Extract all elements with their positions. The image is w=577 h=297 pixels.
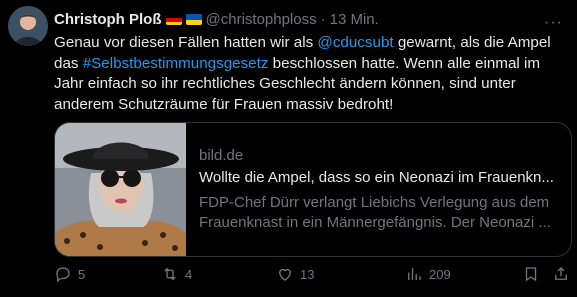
like-icon [279,268,291,281]
share-button[interactable] [552,265,570,283]
views-icon [408,268,421,280]
reply-icon [56,267,70,283]
avatar[interactable] [8,6,48,46]
views-count: 209 [429,266,451,282]
tweet-header: Christoph Ploß @christophploss · 13 Min. [54,8,567,30]
bookmark-icon [525,267,537,282]
card-title: Wollte die Ampel, dass so ein Neonazi im… [199,169,554,186]
flag-ukraine-icon [185,13,202,25]
repost-icon [164,267,176,281]
tweet-text: Genau vor diesen Fällen hatten wir als @… [54,33,569,115]
views-button[interactable]: 209 [405,265,451,283]
repost-count: 4 [185,266,193,282]
flag-germany-icon [165,13,182,25]
mention-link[interactable]: @cducsubt [317,34,393,51]
reply-button[interactable]: 5 [54,265,85,283]
share-icon [555,267,567,280]
link-card[interactable]: bild.de Wollte die Ampel, dass so ein Ne… [54,122,572,257]
timestamp[interactable]: 13 Min. [330,11,379,28]
card-domain: bild.de [199,147,244,164]
bookmark-button[interactable] [522,265,540,283]
like-button[interactable]: 13 [276,265,314,283]
hashtag-link[interactable]: #Selbstbestimmungsgesetz [83,55,269,72]
author-handle[interactable]: @christophploss [206,11,317,28]
repost-button[interactable]: 4 [161,265,192,283]
tweet-text-part: Genau vor diesen Fällen hatten wir als [54,34,318,51]
card-thumbnail [55,123,186,256]
separator-dot: · [320,10,326,28]
card-description: FDP-Chef Dürr verlangt Liebichs Verlegun… [199,194,551,231]
like-count: 13 [300,266,315,282]
reply-count: 5 [78,266,86,282]
action-bar: 5 4 13 209 [54,262,574,286]
author-name[interactable]: Christoph Ploß [54,11,162,28]
more-icon[interactable]: ··· [544,14,563,32]
